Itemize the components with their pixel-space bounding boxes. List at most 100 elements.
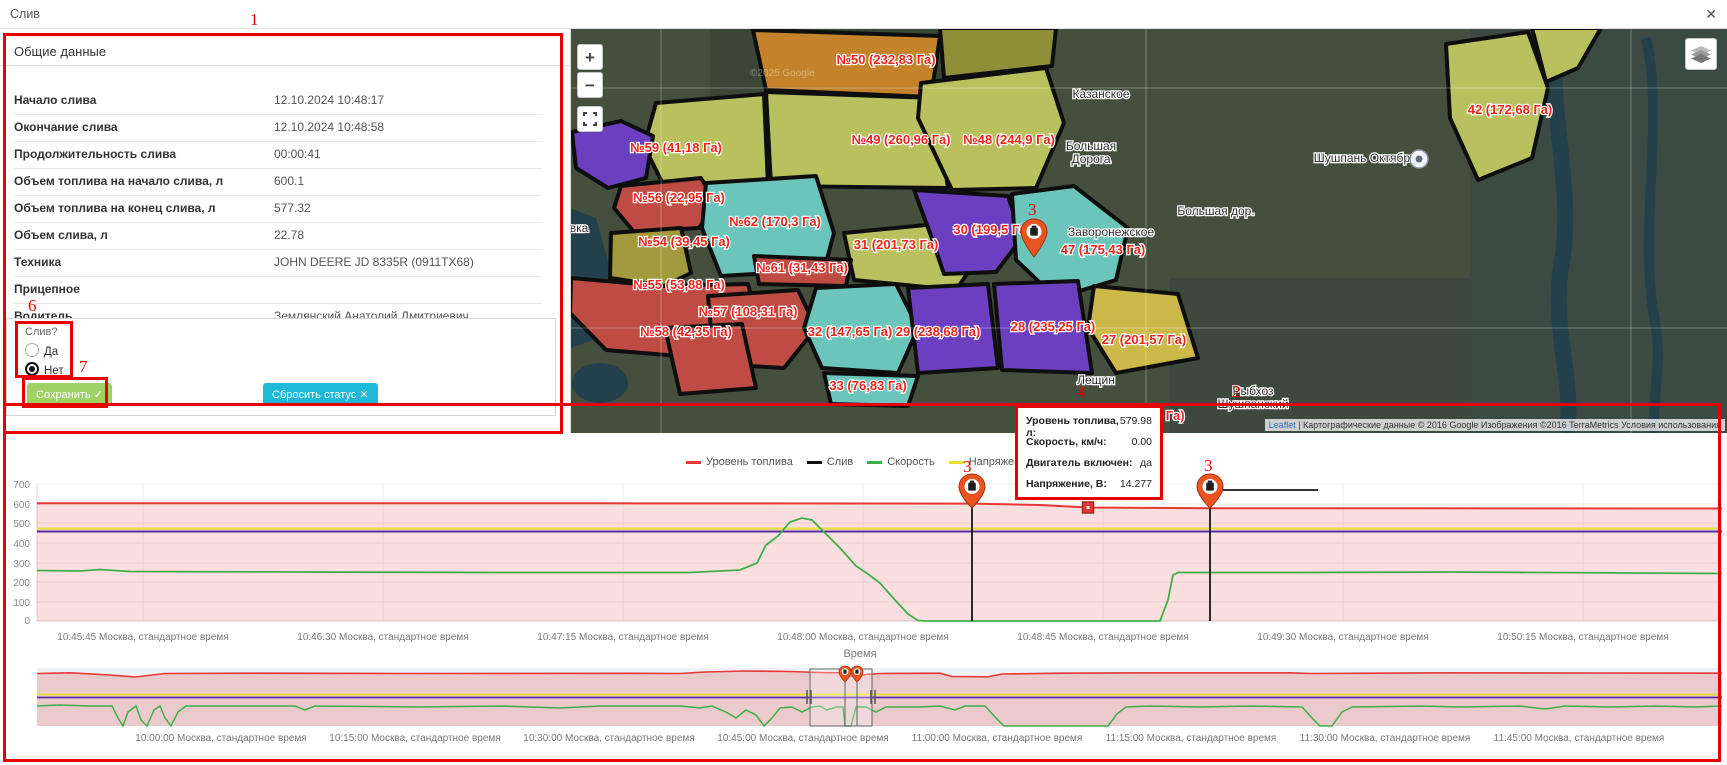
drain-chart-marker[interactable] (1197, 474, 1223, 508)
svg-text:10:46:30 Москва, стандартное в: 10:46:30 Москва, стандартное время (297, 632, 468, 643)
fuel-canister-icon (1208, 481, 1212, 483)
drain-question-label: Слив? (25, 326, 57, 338)
place-label: Дорога (1071, 152, 1110, 166)
svg-text:10:15:00 Москва, стандартное в: 10:15:00 Москва, стандартное время (329, 733, 500, 744)
fullscreen-icon (583, 112, 597, 126)
field-label: №61 (31,43 Га) (756, 260, 848, 275)
svg-text:700: 700 (13, 480, 30, 491)
fuel-canister-icon (1032, 226, 1036, 228)
table-row: ТехникаJOHN DEERE JD 8335R (0911TX68) (14, 250, 542, 277)
svg-text:200: 200 (13, 578, 30, 589)
table-row: Окончание слива12.10.2024 10:48:58 (14, 115, 542, 142)
drain-status-groupbox: Слив? Да Нет Сохранить ✓ Сбросить статус… (6, 318, 556, 416)
header-bar: Слив ✕ (0, 0, 1727, 29)
svg-text:10:48:45 Москва, стандартное в: 10:48:45 Москва, стандартное время (1017, 632, 1188, 643)
field-label: 47 (175,43 Га) (1061, 242, 1146, 257)
place-label: вка (570, 221, 589, 235)
svg-text:400: 400 (13, 539, 30, 550)
svg-text:0: 0 (24, 616, 30, 627)
radio-option-no[interactable]: Нет (25, 362, 64, 376)
radio-option-yes[interactable]: Да (25, 343, 58, 357)
x-icon: ✕ (359, 389, 368, 401)
field-label: 27 (201,57 Га) (1102, 332, 1187, 347)
table-row: Начало слива12.10.2024 10:48:17 (14, 88, 542, 115)
panel-title: Общие данные (14, 44, 106, 59)
lake (572, 363, 628, 403)
fuel-canister-icon (843, 670, 846, 674)
svg-text:10:45:45 Москва, стандартное в: 10:45:45 Москва, стандартное время (57, 632, 228, 643)
svg-text:11:30:00 Москва, стандартное в: 11:30:00 Москва, стандартное время (1300, 733, 1471, 744)
svg-text:10:00:00 Москва, стандартное в: 10:00:00 Москва, стандартное время (135, 733, 306, 744)
layers-icon (1691, 46, 1711, 64)
place-label: Заворонежское (1068, 225, 1154, 239)
place-label: Рыбхоз (1232, 384, 1274, 398)
map-canvas: ©2025 Google №50 (232,83 Га) №49 (260,96… (570, 28, 1727, 433)
field-label: 29 (238,68 Га) (896, 324, 981, 339)
svg-text:600: 600 (13, 500, 30, 511)
legend-swatch (867, 461, 882, 464)
field-label: №50 (232,83 Га) (836, 52, 935, 67)
poi-marker[interactable] (1410, 150, 1428, 168)
mini-chart[interactable]: 10:00:00 Москва, стандартное время 10:15… (0, 650, 1727, 765)
field-label: №55 (53,88 Га) (633, 277, 725, 292)
radio-icon-no-checked[interactable] (25, 362, 39, 376)
zoom-in-button[interactable]: + (577, 44, 603, 70)
close-icon[interactable]: ✕ (1705, 6, 1717, 23)
app-window: Слив ✕ Общие данные Начало слива12.10.20… (0, 0, 1727, 765)
table-row: Объем топлива на конец слива, л577.32 (14, 196, 542, 223)
field-label: №54 (39,45 Га) (638, 234, 730, 249)
legend-swatch (949, 461, 964, 464)
fullscreen-button[interactable] (577, 106, 603, 132)
field-label: 30 (199,5 Га) (953, 222, 1030, 237)
x-tick-labels: 10:45:45 Москва, стандартное время 10:46… (57, 632, 1668, 643)
svg-text:10:50:15 Москва, стандартное в: 10:50:15 Москва, стандартное время (1497, 632, 1668, 643)
place-label: Большая (1066, 139, 1116, 153)
map-attribution: Leaflet | Картографические данные © 2016… (1265, 419, 1725, 431)
field-label: №59 (41,18 Га) (630, 140, 722, 155)
place-label: Лещин (1077, 373, 1115, 387)
radio-icon-yes[interactable] (25, 343, 39, 357)
field-label: №62 (170,3 Га) (729, 214, 821, 229)
legend-swatch (686, 461, 701, 464)
selected-point[interactable] (1083, 502, 1094, 513)
fuel-canister-icon (855, 670, 858, 674)
place-label: Большая дор. (1177, 204, 1254, 218)
reset-status-button[interactable]: Сбросить статус ✕ (263, 383, 378, 406)
svg-text:10:47:15 Москва, стандартное в: 10:47:15 Москва, стандартное время (537, 632, 708, 643)
legend-item-fuel[interactable]: Уровень топлива (686, 456, 793, 468)
svg-text:11:15:00 Москва, стандартное в: 11:15:00 Москва, стандартное время (1106, 733, 1277, 744)
leaflet-link[interactable]: Leaflet (1269, 420, 1296, 430)
field-label: 33 (76,83 Га) (829, 378, 906, 393)
divider (0, 65, 570, 66)
legend-swatch (807, 461, 822, 464)
layers-control[interactable] (1685, 38, 1717, 70)
svg-text:10:49:30 Москва, стандартное в: 10:49:30 Москва, стандартное время (1257, 632, 1428, 643)
svg-text:300: 300 (13, 559, 30, 570)
save-button[interactable]: Сохранить ✓ (27, 383, 112, 406)
place-label: Шушпанский (1217, 397, 1288, 411)
place-label: Шушпань Октябрь (1314, 151, 1417, 165)
field-label: 31 (201,73 Га) (854, 237, 939, 252)
mini-x-tick-labels: 10:00:00 Москва, стандартное время 10:15… (135, 733, 1664, 744)
page-title: Слив (10, 7, 40, 21)
field-label: №57 (108,31 Га) (698, 304, 797, 319)
zoom-out-button[interactable]: − (577, 72, 603, 98)
field-label: 28 (235,25 Га) (1011, 319, 1096, 334)
table-row: Объем слива, л22.78 (14, 223, 542, 250)
chart-tooltip: Уровень топлива, л:579.98 Скорость, км/ч… (1015, 405, 1163, 500)
table-row: Объем топлива на начало слива, л600.1 (14, 169, 542, 196)
check-icon: ✓ (94, 389, 103, 401)
svg-text:10:45:00 Москва, стандартное в: 10:45:00 Москва, стандартное время (717, 733, 888, 744)
main-chart[interactable]: 700 600 500 400 300 200 100 0 (0, 440, 1727, 660)
legend-item-speed[interactable]: Скорость (867, 456, 935, 468)
fuel-area-fill (37, 503, 1722, 621)
svg-text:10:30:00 Москва, стандартное в: 10:30:00 Москва, стандартное время (523, 733, 694, 744)
map-container[interactable]: ©2025 Google №50 (232,83 Га) №49 (260,96… (570, 28, 1727, 433)
legend-item-drain[interactable]: Слив (807, 456, 853, 468)
field-label: №48 (244,9 Га) (963, 132, 1055, 147)
svg-text:11:45:00 Москва, стандартное в: 11:45:00 Москва, стандартное время (1494, 733, 1665, 744)
mini-fuel-area (37, 671, 1722, 726)
google-watermark: ©2025 Google (750, 68, 815, 79)
svg-text:11:00:00 Москва, стандартное в: 11:00:00 Москва, стандартное время (912, 733, 1083, 744)
fuel-canister-icon (970, 481, 974, 483)
